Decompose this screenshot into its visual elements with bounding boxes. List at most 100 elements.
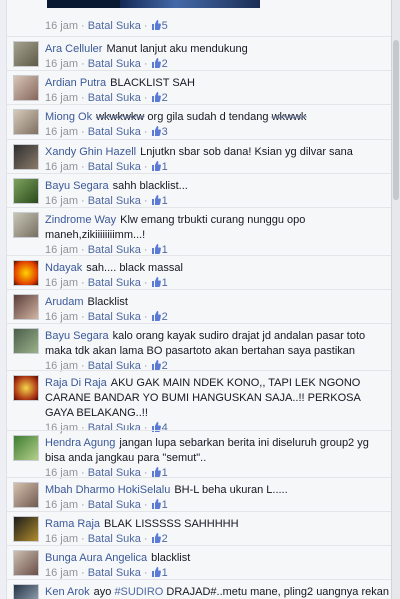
comment-body: Bayu Segara sahh blacklist... 16 jam · Batal… (45, 179, 390, 209)
comment-text: Manut lanjut aku mendukung (106, 43, 248, 55)
avatar[interactable] (13, 375, 39, 401)
author-link[interactable]: Mbah Dharmo HokiSelalu (45, 484, 170, 496)
author-link[interactable]: Bayu Segara (45, 180, 109, 192)
top-comment-meta: 16 jam · Batal Suka · 5 (45, 20, 168, 32)
author-link[interactable]: Ardian Putra (45, 77, 106, 89)
comment-item: Hendra Agung jangan lupa sebarkan berita … (7, 430, 393, 479)
unlike-link[interactable]: Batal Suka (88, 92, 141, 104)
comment-text: Blacklist (87, 296, 128, 308)
author-link[interactable]: Bunga Aura Angelica (45, 552, 147, 564)
timestamp[interactable]: 16 jam (45, 126, 78, 138)
like-count-button[interactable]: 2 (151, 92, 168, 104)
avatar[interactable] (13, 584, 39, 599)
thumbs-up-icon (151, 20, 161, 30)
comment-item: Ndayak sah.... black massal 16 jam · Batal S… (7, 255, 393, 290)
timestamp[interactable]: 16 jam (45, 499, 78, 511)
timestamp[interactable]: 16 jam (45, 20, 78, 32)
thumbs-up-icon (151, 244, 161, 254)
thumbs-up-icon (151, 311, 161, 321)
timestamp[interactable]: 16 jam (45, 567, 78, 579)
like-count-button[interactable]: 1 (151, 567, 168, 579)
author-link[interactable]: Ara Celluler (45, 43, 102, 55)
avatar[interactable] (13, 109, 39, 135)
like-count-button[interactable]: 5 (151, 20, 168, 32)
author-link[interactable]: Bayu Segara (45, 330, 109, 342)
unlike-link[interactable]: Batal Suka (88, 533, 141, 545)
like-count: 3 (161, 126, 168, 138)
unlike-link[interactable]: Batal Suka (88, 58, 141, 70)
timestamp[interactable]: 16 jam (45, 58, 78, 70)
thumbs-up-icon (151, 161, 161, 171)
like-count: 1 (161, 195, 168, 207)
like-count-button[interactable]: 1 (151, 161, 168, 173)
timestamp[interactable]: 16 jam (45, 195, 78, 207)
avatar[interactable] (13, 435, 39, 461)
author-link[interactable]: Xandy Ghin Hazell (45, 146, 136, 158)
like-count: 1 (161, 277, 168, 289)
thumbs-up-icon (151, 58, 161, 68)
author-link[interactable]: Ken Arok (45, 586, 90, 598)
comment-text: Lnjutkn sbar sob dana! Ksian yg dilvar s… (140, 146, 353, 158)
avatar[interactable] (13, 178, 39, 204)
like-count-button[interactable]: 2 (151, 311, 168, 323)
timestamp[interactable]: 16 jam (45, 277, 78, 289)
author-link[interactable]: Arudam (45, 296, 84, 308)
avatar[interactable] (13, 260, 39, 286)
comment-item: Mbah Dharmo HokiSelalu BH-L beha ukuran L… (7, 477, 393, 512)
comment-item: Ken Arok ayo #SUDIRO DRAJAD#..metu mane, … (7, 579, 393, 599)
thumbs-up-icon (151, 360, 161, 370)
like-count-button[interactable]: 2 (151, 533, 168, 545)
avatar[interactable] (13, 212, 39, 238)
timestamp[interactable]: 16 jam (45, 533, 78, 545)
unlike-link[interactable]: Batal Suka (88, 499, 141, 511)
comment-body: Bayu Segara kalo orang kayak sudiro draja… (45, 329, 390, 374)
avatar[interactable] (13, 550, 39, 576)
page: 16 jam · Batal Suka · 5 Ara Celluler Manut la… (0, 0, 400, 599)
scrollbar[interactable] (391, 0, 400, 599)
timestamp[interactable]: 16 jam (45, 311, 78, 323)
like-count: 1 (161, 567, 168, 579)
avatar[interactable] (13, 75, 39, 101)
hashtag-link[interactable]: #SUDIRO (114, 586, 163, 598)
avatar[interactable] (13, 516, 39, 542)
comment-item: Bayu Segara sahh blacklist... 16 jam · Batal… (7, 173, 393, 208)
thumbs-up-icon (151, 467, 161, 477)
author-link[interactable]: Raja Di Raja (45, 377, 107, 389)
unlike-link[interactable]: Batal Suka (88, 311, 141, 323)
avatar[interactable] (13, 482, 39, 508)
like-count: 2 (161, 311, 168, 323)
like-count-button[interactable]: 1 (151, 195, 168, 207)
comment-body: Ken Arok ayo #SUDIRO DRAJAD#..metu mane, … (45, 585, 390, 599)
author-link[interactable]: Rama Raja (45, 518, 100, 530)
like-count-button[interactable]: 1 (151, 499, 168, 511)
avatar[interactable] (13, 294, 39, 320)
comment-text: DRAJAD#..metu mane, pling2 uangnya rekan (163, 586, 389, 598)
unlike-link[interactable]: Batal Suka (88, 126, 141, 138)
author-link[interactable]: Zindrome Way (45, 214, 116, 226)
thumbs-up-icon (151, 92, 161, 102)
unlike-link[interactable]: Batal Suka (88, 161, 141, 173)
like-count-button[interactable]: 1 (151, 277, 168, 289)
avatar[interactable] (13, 328, 39, 354)
author-link[interactable]: Hendra Agung (45, 437, 115, 449)
avatar[interactable] (13, 41, 39, 67)
unlike-link[interactable]: Batal Suka (88, 195, 141, 207)
comment-body: Mbah Dharmo HokiSelalu BH-L beha ukuran L… (45, 483, 390, 513)
author-link[interactable]: Miong Ok (45, 111, 92, 123)
comment-item: Bayu Segara kalo orang kayak sudiro draja… (7, 323, 393, 374)
like-count-button[interactable]: 2 (151, 58, 168, 70)
timestamp[interactable]: 16 jam (45, 161, 78, 173)
scroll-thumb[interactable] (393, 40, 399, 200)
comment-item: Arudam Blacklist 16 jam · Batal Suka · 2 (7, 289, 393, 324)
like-count-button[interactable]: 3 (151, 126, 168, 138)
comment-body: Arudam Blacklist 16 jam · Batal Suka · 2 (45, 295, 390, 325)
unlike-link[interactable]: Batal Suka (88, 20, 141, 32)
thumbs-up-icon (151, 499, 161, 509)
thumbs-up-icon (151, 195, 161, 205)
author-link[interactable]: Ndayak (45, 262, 82, 274)
avatar[interactable] (13, 144, 39, 170)
unlike-link[interactable]: Batal Suka (88, 277, 141, 289)
unlike-link[interactable]: Batal Suka (88, 567, 141, 579)
timestamp[interactable]: 16 jam (45, 92, 78, 104)
comment-text: BH-L beha ukuran L..... (174, 484, 288, 496)
